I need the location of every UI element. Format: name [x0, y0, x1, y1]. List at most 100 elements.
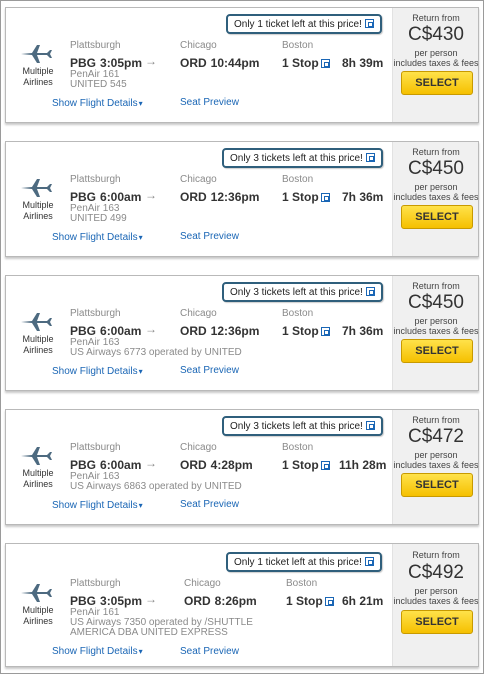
connection-city: Chicago [180, 442, 217, 453]
stops-link[interactable]: 1 Stop [286, 594, 334, 608]
price-note: per person includes taxes & fees [393, 182, 479, 202]
origin-city: Plattsburgh [70, 174, 121, 185]
airline-name: Multiple Airlines [22, 66, 54, 87]
flight-numbers: PenAir 163 UNITED 499 [70, 203, 127, 224]
flight-details-area: Multiple Airlines Plattsburgh Chicago Bos… [6, 544, 396, 666]
departure: PBG 6:00am [70, 458, 142, 472]
right-arrow-icon: → [145, 188, 157, 202]
airplane-icon [21, 45, 52, 63]
airplane-icon [21, 584, 52, 602]
flight-details-area: Multiple Airlines Plattsburgh Chicago Bos… [6, 8, 396, 122]
airline-name: Multiple Airlines [22, 468, 54, 489]
seat-preview-link[interactable]: Seat Preview [180, 231, 239, 242]
flight-result-1: Multiple Airlines Plattsburgh Chicago Bos… [5, 7, 479, 123]
flight-details-area: Multiple Airlines Plattsburgh Chicago Bos… [6, 410, 396, 524]
return-from-label: Return from [412, 147, 460, 157]
origin-city: Plattsburgh [70, 442, 121, 453]
show-flight-details-link[interactable]: Show Flight Details▾ [52, 232, 143, 243]
airplane-icon [21, 447, 52, 465]
arrival: ORD 10:44pm [180, 56, 260, 70]
price-note: per person includes taxes & fees [393, 586, 479, 606]
select-button[interactable]: SELECT [401, 473, 473, 497]
seat-preview-link[interactable]: Seat Preview [180, 646, 239, 657]
double-chevron-down-icon: ▾ [138, 647, 143, 656]
departure: PBG 3:05pm [70, 56, 143, 70]
popup-window-icon [320, 327, 330, 336]
arrival: ORD 8:26pm [184, 594, 257, 608]
airline-name: Multiple Airlines [22, 334, 54, 355]
destination-city: Boston [282, 442, 314, 453]
flight-result-4: Multiple Airlines Plattsburgh Chicago Bos… [5, 409, 479, 525]
show-flight-details-link[interactable]: Show Flight Details▾ [52, 366, 143, 377]
flight-result-5: Multiple Airlines Plattsburgh Chicago Bos… [5, 543, 479, 667]
duration: 11h 28m [339, 458, 387, 472]
select-button[interactable]: SELECT [401, 610, 473, 634]
price-panel: Return from C$450 per person includes tax… [392, 142, 479, 256]
results-list: Multiple Airlines Plattsburgh Chicago Bos… [0, 0, 484, 674]
price: C$430 [408, 24, 464, 45]
flight-numbers: PenAir 163 US Airways 6863 operated by UN… [70, 471, 242, 492]
popup-window-icon [320, 59, 330, 68]
price: C$492 [408, 562, 464, 583]
duration: 6h 21m [342, 594, 384, 608]
select-button[interactable]: SELECT [401, 71, 473, 95]
price: C$472 [408, 426, 464, 447]
departure: PBG 3:05pm [70, 594, 143, 608]
airline-name: Multiple Airlines [22, 200, 54, 221]
airline-name: Multiple Airlines [22, 605, 54, 626]
return-from-label: Return from [412, 550, 460, 560]
show-flight-details-link[interactable]: Show Flight Details▾ [52, 98, 143, 109]
destination-city: Boston [286, 578, 318, 589]
select-button[interactable]: SELECT [401, 339, 473, 363]
popup-window-icon [324, 597, 334, 606]
availability-alert[interactable]: Only 3 tickets left at this price! [222, 148, 383, 168]
price: C$450 [408, 158, 464, 179]
connection-city: Chicago [184, 578, 221, 589]
popup-window-icon [365, 287, 375, 296]
arrival: ORD 4:28pm [180, 458, 253, 472]
seat-preview-link[interactable]: Seat Preview [180, 499, 239, 510]
availability-alert[interactable]: Only 3 tickets left at this price! [222, 416, 383, 436]
destination-city: Boston [282, 174, 314, 185]
popup-window-icon [365, 421, 375, 430]
stops-link[interactable]: 1 Stop [282, 56, 330, 70]
right-arrow-icon: → [145, 456, 157, 470]
stops-link[interactable]: 1 Stop [282, 190, 330, 204]
right-arrow-icon: → [145, 592, 157, 606]
show-flight-details-link[interactable]: Show Flight Details▾ [52, 646, 143, 657]
arrival: ORD 12:36pm [180, 190, 260, 204]
popup-window-icon [320, 461, 330, 470]
flight-numbers: PenAir 163 US Airways 6773 operated by UN… [70, 337, 242, 358]
price-panel: Return from C$430 per person includes tax… [392, 8, 479, 122]
origin-city: Plattsburgh [70, 578, 121, 589]
select-button[interactable]: SELECT [401, 205, 473, 229]
origin-city: Plattsburgh [70, 40, 121, 51]
double-chevron-down-icon: ▾ [138, 99, 143, 108]
flight-details-area: Multiple Airlines Plattsburgh Chicago Bos… [6, 276, 396, 390]
stops-link[interactable]: 1 Stop [282, 458, 330, 472]
airplane-icon [21, 179, 52, 197]
flight-result-3: Multiple Airlines Plattsburgh Chicago Bos… [5, 275, 479, 391]
availability-alert[interactable]: Only 1 ticket left at this price! [226, 552, 382, 572]
double-chevron-down-icon: ▾ [138, 367, 143, 376]
popup-window-icon [364, 19, 374, 28]
connection-city: Chicago [180, 40, 217, 51]
flight-numbers: PenAir 161 US Airways 7350 operated by /S… [70, 607, 253, 638]
availability-alert[interactable]: Only 3 tickets left at this price! [222, 282, 383, 302]
seat-preview-link[interactable]: Seat Preview [180, 97, 239, 108]
stops-link[interactable]: 1 Stop [282, 324, 330, 338]
connection-city: Chicago [180, 308, 217, 319]
show-flight-details-link[interactable]: Show Flight Details▾ [52, 500, 143, 511]
origin-city: Plattsburgh [70, 308, 121, 319]
availability-alert[interactable]: Only 1 ticket left at this price! [226, 14, 382, 34]
double-chevron-down-icon: ▾ [138, 501, 143, 510]
duration: 8h 39m [342, 56, 384, 70]
seat-preview-link[interactable]: Seat Preview [180, 365, 239, 376]
right-arrow-icon: → [145, 322, 157, 336]
price-note: per person includes taxes & fees [393, 316, 479, 336]
flight-result-2: Multiple Airlines Plattsburgh Chicago Bos… [5, 141, 479, 257]
popup-window-icon [365, 153, 375, 162]
departure: PBG 6:00am [70, 190, 142, 204]
connection-city: Chicago [180, 174, 217, 185]
flight-details-area: Multiple Airlines Plattsburgh Chicago Bos… [6, 142, 396, 256]
